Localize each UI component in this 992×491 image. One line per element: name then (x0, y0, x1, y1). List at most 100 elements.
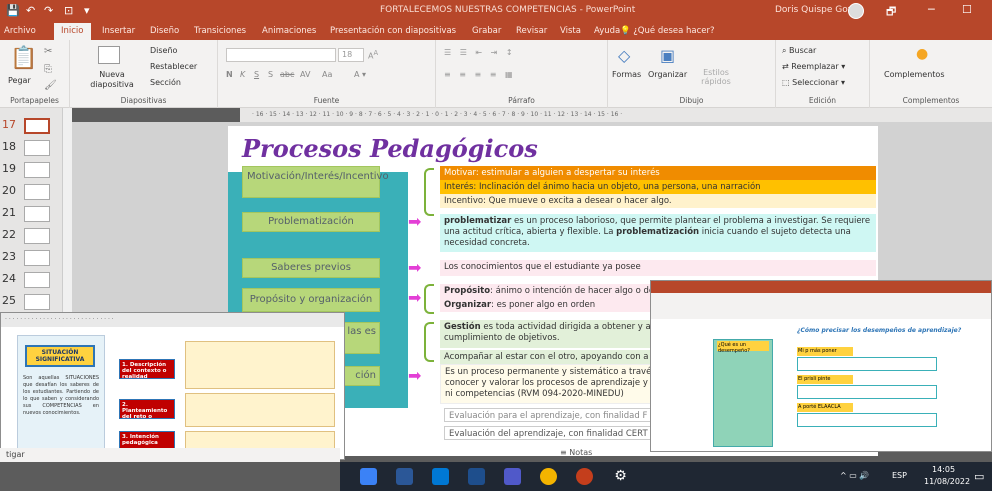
step-2-box[interactable]: 2. Planteamiento del reto o desafío (119, 399, 175, 426)
redo-icon[interactable]: ↷ (44, 4, 53, 17)
maximize-icon[interactable]: ☐ (962, 3, 972, 16)
proposito-row[interactable]: Propósito: ánimo o intención de hacer al… (440, 284, 660, 298)
minimize-icon[interactable]: ─ (928, 3, 935, 16)
tab-vista[interactable]: Vista (560, 26, 581, 36)
list-buttons[interactable]: ☰ ☰ ⇤ ⇥ ↕ (444, 48, 516, 57)
motivar-row[interactable]: Motivar: estimular a alguien a despertar… (440, 166, 876, 180)
italic-button[interactable]: K (240, 70, 245, 79)
quick-styles-button[interactable]: Estilos rápidos (696, 68, 736, 86)
tab-transiciones[interactable]: Transiciones (194, 26, 246, 36)
process-proposito[interactable]: Propósito y organización (242, 288, 380, 312)
paste-label[interactable]: Pegar (8, 76, 31, 85)
tell-me-box[interactable]: 💡 ¿Qué desea hacer? (620, 26, 715, 36)
tab-revisar[interactable]: Revisar (516, 26, 547, 36)
section-button[interactable]: Sección (150, 78, 181, 87)
clock-date[interactable]: 11/08/2022 (924, 477, 970, 486)
tab-insertar[interactable]: Insertar (102, 26, 135, 36)
ribbon-display-icon[interactable]: 🗗 (886, 3, 896, 22)
process-saberes-previos[interactable]: Saberes previos (242, 258, 380, 278)
situacion-title[interactable]: SITUACIÓN SIGNIFICATIVA (25, 345, 95, 367)
notifications-icon[interactable]: ▭ (974, 470, 984, 483)
start-slideshow-icon[interactable]: ⊡ (64, 4, 73, 17)
chrome-icon[interactable] (540, 468, 557, 485)
search-button[interactable]: ⌕ Buscar (782, 46, 816, 56)
cut-icon[interactable]: ✂ (44, 46, 52, 57)
process-motivacion[interactable]: Motivación/Interés/Incentivo (242, 166, 389, 198)
acompanar-row[interactable]: Acompañar al estar con el otro, apoyando… (440, 350, 660, 364)
tab-animaciones[interactable]: Animaciones (262, 26, 316, 36)
char-spacing-button[interactable]: AV (300, 70, 310, 79)
tab-ayuda[interactable]: Ayuda (594, 26, 620, 36)
tab-archivo[interactable]: Archivo (4, 26, 36, 36)
strikethrough-button[interactable]: abc (280, 70, 294, 79)
slide-thumbnail-20[interactable] (24, 184, 50, 200)
tab-grabar[interactable]: Grabar (472, 26, 501, 36)
format-painter-icon[interactable]: 🖌 (44, 80, 57, 91)
slide-thumbnail-17[interactable] (24, 118, 50, 134)
change-case-button[interactable]: Aa (322, 70, 332, 79)
replace-button[interactable]: ⇄ Reemplazar ▾ (782, 62, 845, 71)
interes-row[interactable]: Interés: Inclinación del ánimo hacia un … (440, 180, 876, 194)
slide-thumbnail-24[interactable] (24, 272, 50, 288)
align-buttons[interactable]: ≡ ≡ ≡ ≡ ▦ (444, 70, 516, 79)
tray-icons[interactable]: ^ ▭ 🔊 (840, 471, 869, 480)
arrange-icon[interactable]: ▣ (660, 46, 675, 65)
underline-button[interactable]: S (254, 70, 259, 79)
bold-button[interactable]: N (226, 70, 233, 79)
font-size-box[interactable]: 18 (338, 48, 364, 62)
slide-thumbnail-18[interactable] (24, 140, 50, 156)
shapes-button[interactable]: Formas (612, 70, 641, 79)
secondary-window-right[interactable]: ¿Cómo precisar los desempeños de aprendi… (650, 280, 992, 452)
slide-thumbnail-21[interactable] (24, 206, 50, 222)
customize-qat-icon[interactable]: ▾ (84, 4, 90, 17)
mail-icon[interactable] (468, 468, 485, 485)
slide-title[interactable]: Procesos Pedagógicos (242, 134, 538, 163)
arrange-button[interactable]: Organizar (648, 70, 687, 79)
app-icon[interactable] (432, 468, 449, 485)
evaluacion-definition[interactable]: Es un proceso permanente y sistemático a… (440, 364, 660, 404)
shapes-icon[interactable]: ◇ (618, 46, 630, 65)
reset-button[interactable]: Restablecer (150, 62, 197, 71)
clock-time[interactable]: 14:05 (932, 465, 955, 474)
teams-icon[interactable] (504, 468, 521, 485)
paste-icon[interactable]: 📋 (10, 46, 37, 71)
word-icon[interactable] (396, 468, 413, 485)
font-color-button[interactable]: A ▾ (354, 70, 366, 79)
user-avatar[interactable] (848, 3, 864, 19)
grow-font-icon[interactable]: AA (368, 49, 378, 61)
organizar-row[interactable]: Organizar: es poner algo en orden (440, 298, 660, 312)
settings-icon[interactable]: ⚙ (612, 468, 629, 485)
file-explorer-icon[interactable] (360, 468, 377, 485)
tab-presentacion[interactable]: Presentación con diapositivas (330, 26, 456, 36)
language-indicator[interactable]: ESP (892, 471, 907, 480)
saberes-text[interactable]: Los conocimientos que el estudiante ya p… (440, 260, 876, 276)
step-1-box[interactable]: 1. Descripción del contexto o realidad (119, 359, 175, 380)
slide-thumbnail-25[interactable] (24, 294, 50, 310)
new-slide-icon[interactable] (98, 46, 120, 64)
process-problematizacion[interactable]: Problematización (242, 212, 380, 232)
secondary-window-left[interactable]: · · · · · · · · · · · · · · · · · · · · … (0, 312, 345, 460)
gestion-row[interactable]: Gestión es toda actividad dirigida a obt… (440, 320, 660, 348)
font-name-box[interactable] (226, 48, 336, 62)
incentivo-row[interactable]: Incentivo: Que mueve o excita a desear o… (440, 194, 876, 208)
shadow-button[interactable]: S (268, 70, 273, 79)
tab-inicio[interactable]: Inicio (54, 23, 91, 40)
slide-thumbnail-22[interactable] (24, 228, 50, 244)
new-slide-button[interactable]: Nueva diapositiva (82, 70, 142, 90)
notes-button[interactable]: ≡ Notas (560, 448, 650, 462)
eval-del-aprendizaje[interactable]: Evaluación del aprendizaje, con finalida… (444, 426, 660, 440)
powerpoint-icon[interactable] (576, 468, 593, 485)
slide-thumbnail-19[interactable] (24, 162, 50, 178)
tab-diseno[interactable]: Diseño (150, 26, 179, 36)
layout-button[interactable]: Diseño (150, 46, 177, 55)
problematizacion-text[interactable]: problematizar es un proceso laborioso, q… (440, 214, 876, 252)
undo-icon[interactable]: ↶ (26, 4, 35, 17)
addins-icon[interactable]: ● (916, 46, 928, 62)
save-icon[interactable]: 💾 (6, 4, 20, 17)
copy-icon[interactable]: ⎘ (44, 64, 52, 75)
select-button[interactable]: ⬚ Seleccionar ▾ (782, 78, 845, 87)
eval-para-aprendizaje[interactable]: Evaluación para el aprendizaje, con fina… (444, 408, 660, 422)
addins-button[interactable]: Complementos (884, 70, 944, 79)
thumbnail-scrollbar[interactable] (62, 108, 72, 318)
slide-thumbnail-23[interactable] (24, 250, 50, 266)
